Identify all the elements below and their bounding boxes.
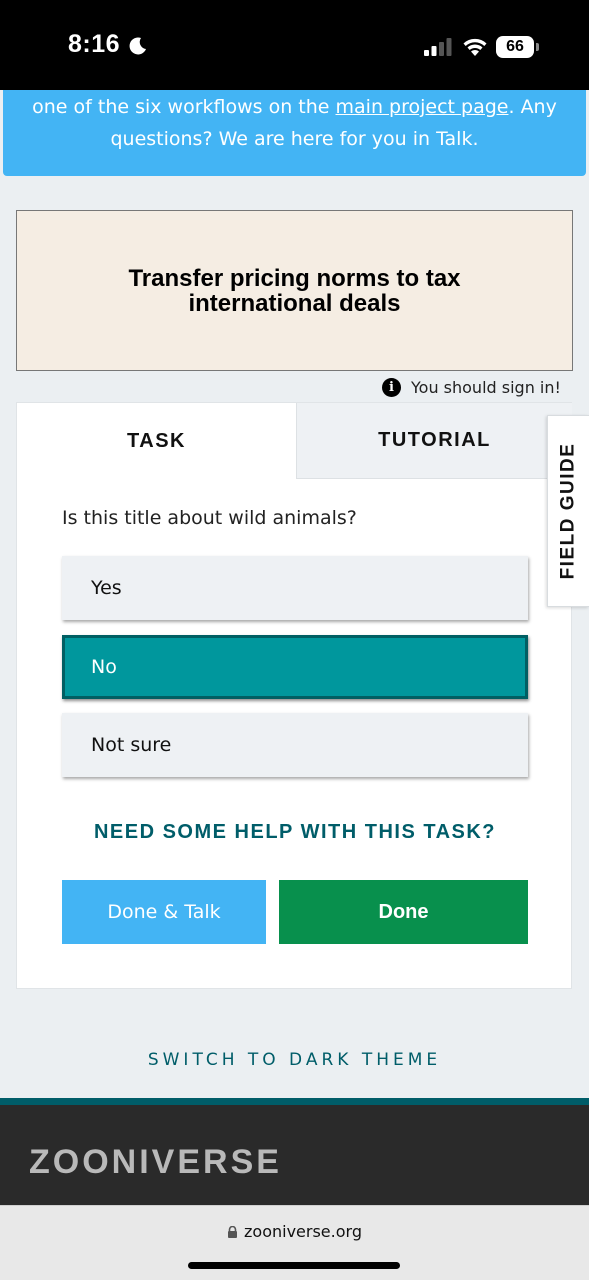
wifi-icon — [463, 38, 487, 56]
sign-in-text: You should sign in! — [411, 377, 561, 397]
field-guide-tab[interactable]: FIELD GUIDE — [547, 415, 589, 607]
sign-in-notice[interactable]: i You should sign in! — [382, 375, 561, 399]
task-panel: TASK TUTORIAL Is this title about wild a… — [16, 402, 572, 989]
answer-label: Not sure — [91, 734, 172, 756]
cellular-signal-icon — [424, 38, 452, 56]
answer-yes[interactable]: Yes — [62, 556, 528, 620]
url-text: zooniverse.org — [244, 1222, 362, 1241]
switch-theme-button[interactable]: SWITCH TO DARK THEME — [0, 1050, 589, 1070]
subject-image: Transfer pricing norms to tax internatio… — [16, 210, 573, 371]
battery-level: 66 — [496, 36, 534, 58]
done-button[interactable]: Done — [279, 880, 528, 944]
subject-title-line-2: international deals — [188, 289, 401, 317]
main-project-page-link[interactable]: main project page — [336, 96, 509, 118]
answer-label: No — [91, 656, 117, 678]
done-and-talk-button[interactable]: Done & Talk — [62, 880, 266, 944]
tab-tutorial[interactable]: TUTORIAL — [296, 403, 572, 479]
tab-task[interactable]: TASK — [17, 403, 296, 479]
subject-title: Transfer pricing norms to tax internatio… — [128, 266, 460, 316]
task-help-link[interactable]: NEED SOME HELP WITH THIS TASK? — [17, 821, 573, 844]
info-banner: one of the six workflows on the main pro… — [3, 90, 586, 176]
moon-icon — [129, 37, 146, 55]
banner-text-before: one of the six workflows on the — [32, 96, 336, 118]
zooniverse-logo[interactable]: ZOONIVERSE — [29, 1143, 282, 1182]
status-time: 8:16 — [68, 30, 121, 58]
task-question: Is this title about wild animals? — [62, 507, 357, 529]
browser-url-bar[interactable]: zooniverse.org — [0, 1205, 589, 1280]
answer-no[interactable]: No — [62, 635, 528, 699]
home-indicator[interactable] — [188, 1262, 400, 1269]
footer-divider — [0, 1098, 589, 1105]
answer-not-sure[interactable]: Not sure — [62, 713, 528, 777]
url-display[interactable]: zooniverse.org — [0, 1222, 589, 1241]
battery-icon: 66 — [496, 36, 540, 58]
info-icon: i — [382, 377, 401, 397]
subject-title-line-1: Transfer pricing norms to tax — [128, 264, 461, 292]
footer: ZOONIVERSE — [0, 1105, 589, 1205]
answer-label: Yes — [91, 577, 122, 599]
lock-icon — [228, 1226, 238, 1238]
field-guide-label: FIELD GUIDE — [557, 442, 579, 580]
status-bar: 8:16 66 — [0, 0, 589, 90]
